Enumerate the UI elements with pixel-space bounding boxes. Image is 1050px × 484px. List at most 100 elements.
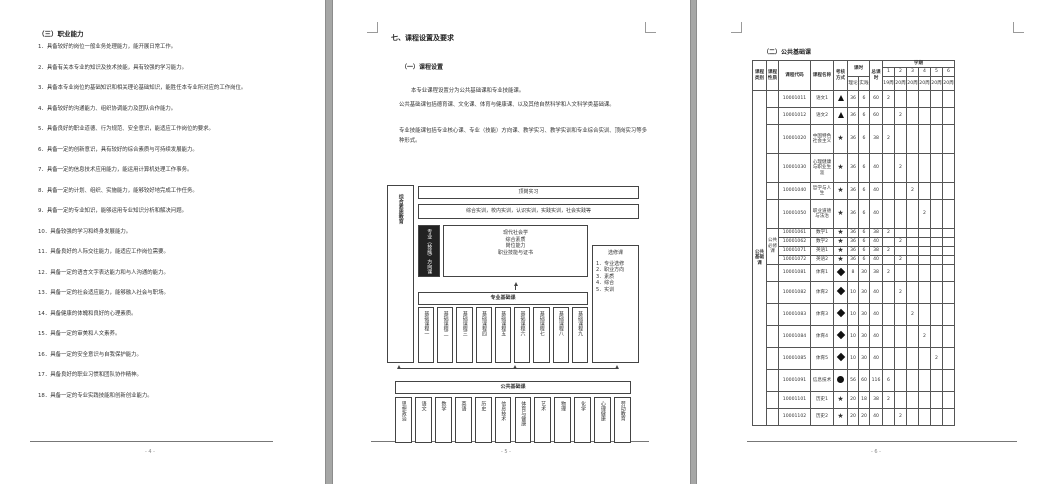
semester-hours: 6 — [882, 369, 895, 392]
star-icon: ★ — [837, 236, 844, 245]
semester-hours — [918, 124, 931, 154]
semester-hours — [906, 408, 919, 426]
course-name: 数学 — [440, 401, 447, 411]
semester-hours — [942, 182, 955, 200]
semester-hours — [894, 246, 907, 256]
semester-hours: 2 — [918, 199, 931, 229]
course-name: 职业道德与法治 — [810, 199, 834, 229]
connector-line — [399, 368, 617, 369]
semester-hours — [918, 182, 931, 200]
table-row: 10001071 英语1 ★ 36 6 38 2 — [753, 245, 955, 256]
semester-hours — [918, 303, 931, 326]
semester-number: 6 — [942, 67, 955, 77]
course-code: 10001050 — [778, 199, 811, 229]
star-icon: ★ — [837, 245, 844, 254]
course-name: 历史1 — [810, 391, 834, 409]
semester-hours: 2 — [894, 281, 907, 304]
ability-item: 10．具备较强的学习和终身发展能力。 — [38, 228, 132, 235]
course-name: 信息技术 — [500, 401, 507, 421]
semester-weeks: 20周 — [918, 76, 931, 91]
semester-hours — [918, 347, 931, 370]
nature-cell-empty — [766, 90, 779, 108]
nature-cell-empty — [766, 369, 779, 392]
course-name: 英语1 — [810, 246, 834, 256]
star-icon: ★ — [837, 162, 844, 171]
star-icon: ★ — [837, 227, 844, 236]
ability-item: 9．具备一定的专业知识，能够运用专业知识分析和解决问题。 — [38, 208, 187, 214]
public-course-label: 公共基础课 — [395, 381, 631, 394]
corner-mark — [1013, 22, 1024, 33]
category-cell: 公共基础课 — [752, 90, 767, 426]
practice-hours: 6 — [858, 255, 870, 265]
semester-hours: 2 — [894, 408, 907, 426]
semester-hours — [930, 255, 943, 265]
nature-cell-empty — [766, 391, 779, 409]
course-name: 体育5 — [810, 347, 834, 370]
course-name: 基础课程四 — [481, 311, 488, 336]
semester-hours — [930, 264, 943, 282]
semester-hours — [882, 281, 895, 304]
assessment-mode: ★ — [833, 255, 848, 265]
direction-course-tag: 专业（技能）方向课 — [418, 225, 440, 277]
semester-hours — [930, 391, 943, 409]
assessment-mode: ★ — [833, 124, 848, 154]
course-code: 10001072 — [778, 255, 811, 265]
total-hours: 40 — [869, 408, 883, 426]
semester-hours — [918, 237, 931, 247]
course-code: 10001085 — [778, 347, 811, 370]
semester-hours — [930, 369, 943, 392]
semester-hours — [906, 391, 919, 409]
total-hours: 40 — [869, 182, 883, 200]
semester-hours — [942, 237, 955, 247]
semester-number: 1 — [882, 67, 895, 77]
nature-cell-empty — [766, 199, 779, 229]
course-box: 基础课程五 — [494, 307, 512, 363]
semester-hours — [894, 391, 907, 409]
assessment-mode — [833, 264, 848, 282]
header-semester: 学期 — [882, 60, 955, 68]
theory-hours: 56 — [847, 369, 859, 392]
semester-hours — [918, 264, 931, 282]
semester-hours — [882, 199, 895, 229]
assessment-mode — [833, 347, 848, 370]
semester-hours — [882, 347, 895, 370]
semester-hours: 2 — [906, 182, 919, 200]
course-box: 物理 — [554, 397, 572, 443]
semester-number: 5 — [930, 67, 943, 77]
ability-item: 8．具备一定的计划、组织、实施能力，能够较好地完成工作任务。 — [38, 187, 198, 194]
triangle-icon — [837, 94, 844, 101]
comprehensive-quality-column: 综合素质教育 — [387, 185, 414, 363]
semester-hours — [918, 153, 931, 183]
header-total: 总课时 — [869, 60, 883, 91]
course-name: 物理 — [560, 401, 567, 411]
course-name: 思想政治 — [400, 401, 407, 421]
nature-cell-empty — [766, 182, 779, 200]
practice-hours: 6 — [858, 153, 870, 183]
assessment-mode: ★ — [833, 408, 848, 426]
assessment-mode: ★ — [833, 153, 848, 183]
total-hours: 60 — [869, 107, 883, 125]
course-table: 课程类别 课程性质 课程代码 课程名称 考核方式 课时 总课时 学期 1 2 3 4 5 6 理论 实践 19周… — [752, 60, 955, 426]
semester-weeks: 19周 — [882, 76, 895, 91]
semester-hours — [930, 182, 943, 200]
semester-hours — [930, 153, 943, 183]
course-name: 语文2 — [810, 107, 834, 125]
semester-hours: 2 — [882, 124, 895, 154]
table-row: 10001083 体育3 10 30 40 2 — [753, 303, 955, 326]
course-name: 数学2 — [810, 237, 834, 247]
course-code: 10001082 — [778, 281, 811, 304]
subsection-heading: （一）课程设置 — [401, 64, 444, 71]
semester-hours: 2 — [882, 246, 895, 256]
page-number: - 4 - — [145, 449, 155, 455]
nature-cell: 公共必修课 — [766, 228, 779, 265]
semester-hours: 2 — [894, 237, 907, 247]
comprehensive-quality-label: 综合素质教育 — [397, 194, 404, 224]
ability-item: 18．具备一定的专业实践技能和创新创业能力。 — [38, 392, 153, 399]
theory-hours: 36 — [847, 237, 859, 247]
course-box: 劳动教育 — [614, 397, 631, 443]
semester-hours — [918, 107, 931, 125]
total-hours: 116 — [869, 369, 883, 392]
assessment-mode — [833, 90, 848, 108]
course-name: 体育1 — [810, 264, 834, 282]
nature-cell-empty — [766, 303, 779, 326]
